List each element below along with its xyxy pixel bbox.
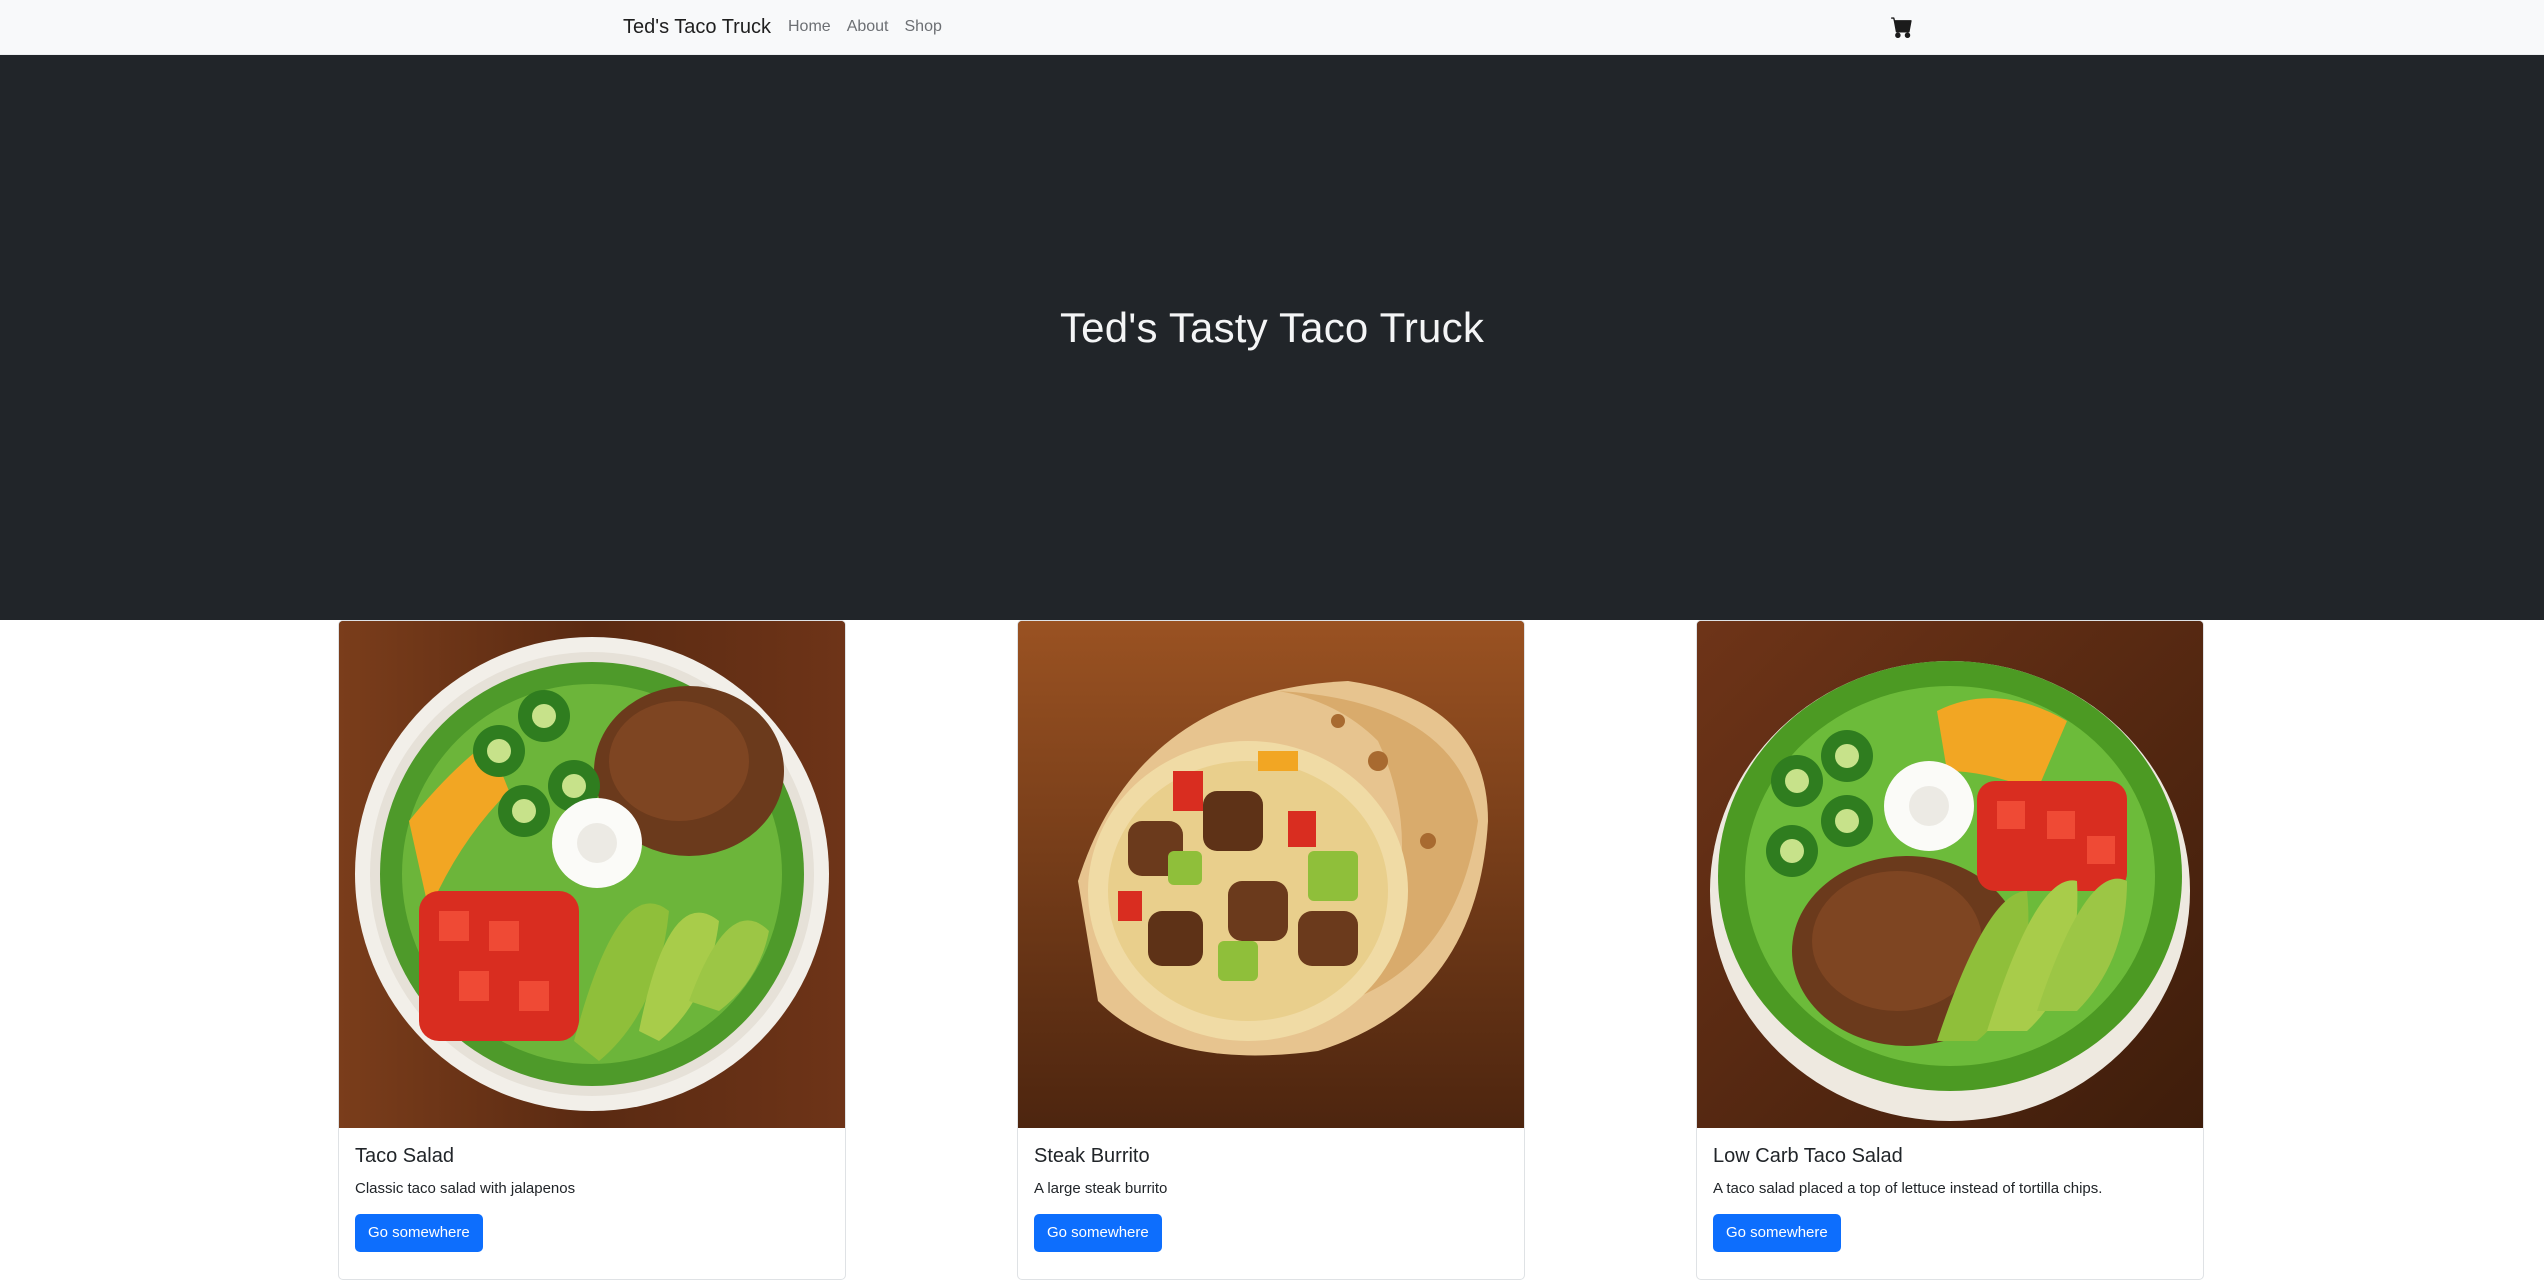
go-somewhere-button[interactable]: Go somewhere bbox=[1034, 1214, 1162, 1252]
navbar: Ted's Taco Truck Home About Shop bbox=[0, 0, 2544, 55]
steak-burrito-image bbox=[1018, 621, 1524, 1128]
taco-salad-image bbox=[339, 621, 845, 1128]
card-body: Steak Burrito A large steak burrito bbox=[1034, 1143, 1508, 1199]
cart-icon[interactable] bbox=[1891, 16, 1913, 38]
card-body: Low Carb Taco Salad A taco salad placed … bbox=[1713, 1143, 2187, 1199]
card-title: Steak Burrito bbox=[1034, 1145, 1150, 1167]
card-text: A taco salad placed a top of lettuce ins… bbox=[1713, 1180, 2103, 1197]
card-title: Low Carb Taco Salad bbox=[1713, 1145, 1903, 1167]
product-card-steak-burrito: Steak Burrito A large steak burrito Go s… bbox=[1017, 620, 1525, 1280]
nav-links: Home About Shop bbox=[788, 16, 942, 38]
nav-link-home[interactable]: Home bbox=[788, 16, 831, 38]
product-card-low-carb-taco-salad: Low Carb Taco Salad A taco salad placed … bbox=[1696, 620, 2204, 1280]
hero-banner: Ted's Tasty Taco Truck bbox=[0, 55, 2544, 620]
card-text: A large steak burrito bbox=[1034, 1180, 1168, 1197]
go-somewhere-button[interactable]: Go somewhere bbox=[355, 1214, 483, 1252]
card-title: Taco Salad bbox=[355, 1145, 454, 1167]
go-somewhere-button[interactable]: Go somewhere bbox=[1713, 1214, 1841, 1252]
hero-title: Ted's Tasty Taco Truck bbox=[1059, 304, 1485, 351]
navbar-brand[interactable]: Ted's Taco Truck bbox=[623, 13, 771, 41]
nav-link-shop[interactable]: Shop bbox=[905, 16, 942, 38]
nav-link-about[interactable]: About bbox=[847, 16, 889, 38]
card-text: Classic taco salad with jalapenos bbox=[355, 1180, 576, 1197]
low-carb-taco-salad-image bbox=[1697, 621, 2203, 1128]
card-body: Taco Salad Classic taco salad with jalap… bbox=[355, 1143, 829, 1199]
product-card-taco-salad: Taco Salad Classic taco salad with jalap… bbox=[338, 620, 846, 1280]
